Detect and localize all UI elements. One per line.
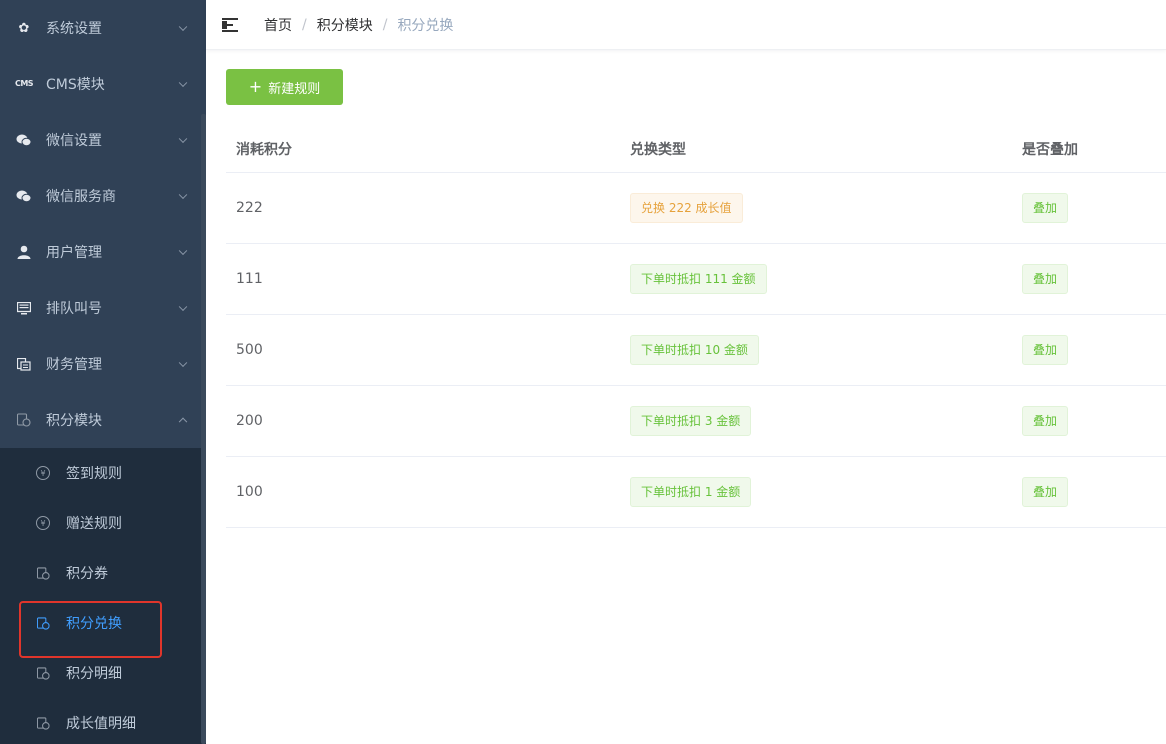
cell-points: 100 [236,484,263,500]
breadcrumb-home[interactable]: 首页 [264,15,292,35]
submenu-item-growth-detail[interactable]: 成长值明细 [0,698,206,744]
points-submenu: ¥ 签到规则 ¥ 赠送规则 积分券 积分兑换 积分明细 成长值明细 [0,448,206,744]
sidebar-item-queue[interactable]: 排队叫号 [0,280,206,336]
table-row: 500 下单时抵扣 10 金额 叠加 [226,315,1166,386]
stack-tag: 叠加 [1022,406,1069,436]
plus-icon: + [248,77,263,96]
table-row: 200 下单时抵扣 3 金额 叠加 [226,386,1166,457]
submenu-item-points-detail[interactable]: 积分明细 [0,648,206,698]
hamburger-icon[interactable] [222,17,242,33]
submenu-item-label: 积分兑换 [66,616,122,632]
wechat-icon [16,132,32,148]
coin-icon: ¥ [36,466,50,480]
points-icon [36,716,50,730]
stack-tag: 叠加 [1022,193,1069,223]
gear-icon: ✿ [18,20,30,36]
table-row: 100 下单时抵扣 1 金额 叠加 [226,457,1166,528]
breadcrumb-separator: / [382,16,388,33]
cell-points: 200 [236,413,263,429]
sidebar-item-finance[interactable]: 财务管理 [0,336,206,392]
submenu-item-label: 签到规则 [66,466,122,482]
app-root: ✿ 系统设置 CMS CMS模块 微信设置 微信服务商 用户管理 排队叫号 财务… [0,0,1166,744]
submenu-item-checkin-rules[interactable]: ¥ 签到规则 [0,448,206,498]
breadcrumb-current: 积分兑换 [397,17,454,34]
cms-icon: CMS [14,79,34,88]
exchange-type-tag: 下单时抵扣 111 金额 [630,264,767,294]
cell-points: 222 [236,200,263,216]
stack-tag: 叠加 [1022,477,1069,507]
points-icon [16,412,32,428]
new-rule-button-label: 新建规则 [268,81,321,97]
new-rule-button[interactable]: + 新建规则 [226,69,343,105]
submenu-item-label: 积分券 [66,566,108,582]
user-icon [16,244,32,260]
submenu-item-points-coupon[interactable]: 积分券 [0,548,206,598]
cell-points: 500 [236,342,263,358]
sidebar-item-wechat-provider[interactable]: 微信服务商 [0,168,206,224]
exchange-type-tag: 下单时抵扣 3 金额 [630,406,752,436]
submenu-item-points-exchange[interactable]: 积分兑换 [0,598,206,648]
coin-icon: ¥ [36,516,50,530]
sidebar-item-points-module[interactable]: 积分模块 [0,392,206,448]
points-icon [36,566,50,580]
sidebar-item-wechat-settings[interactable]: 微信设置 [0,112,206,168]
main-content: + 新建规则 消耗积分 兑换类型 是否叠加 222 兑换 222 成长值 叠加 … [206,50,1166,744]
points-icon [36,616,50,630]
column-header-stack: 是否叠加 [1022,141,1078,158]
submenu-item-gift-rules[interactable]: ¥ 赠送规则 [0,498,206,548]
column-header-points: 消耗积分 [236,141,292,158]
exchange-type-tag: 下单时抵扣 1 金额 [630,477,752,507]
stack-tag: 叠加 [1022,264,1069,294]
breadcrumb-points-module[interactable]: 积分模块 [317,15,373,35]
stack-tag: 叠加 [1022,335,1069,365]
submenu-item-label: 成长值明细 [66,716,136,732]
breadcrumb: 首页 / 积分模块 / 积分兑换 [264,15,453,35]
monitor-icon [16,300,32,316]
sidebar-item-user-management[interactable]: 用户管理 [0,224,206,280]
finance-icon [16,356,32,372]
exchange-type-tag: 兑换 222 成长值 [630,193,743,223]
column-header-type: 兑换类型 [630,141,686,158]
submenu-item-label: 积分明细 [66,666,122,682]
breadcrumb-separator: / [302,16,307,33]
sidebar: ✿ 系统设置 CMS CMS模块 微信设置 微信服务商 用户管理 排队叫号 财务… [0,0,206,744]
submenu-item-label: 赠送规则 [66,516,122,532]
points-icon [36,666,50,680]
table-row: 222 兑换 222 成长值 叠加 [226,173,1166,244]
table-header: 消耗积分 兑换类型 是否叠加 [226,125,1166,173]
table-row: 111 下单时抵扣 111 金额 叠加 [226,244,1166,315]
exchange-type-tag: 下单时抵扣 10 金额 [630,335,759,365]
top-navbar: 首页 / 积分模块 / 积分兑换 [206,0,1166,50]
sidebar-item-system-settings[interactable]: ✿ 系统设置 [0,0,206,56]
wechat-icon [16,188,32,204]
cell-points: 111 [236,271,263,287]
exchange-rules-table: 消耗积分 兑换类型 是否叠加 222 兑换 222 成长值 叠加 111 下单时… [226,125,1166,528]
sidebar-item-cms[interactable]: CMS CMS模块 [0,56,206,112]
